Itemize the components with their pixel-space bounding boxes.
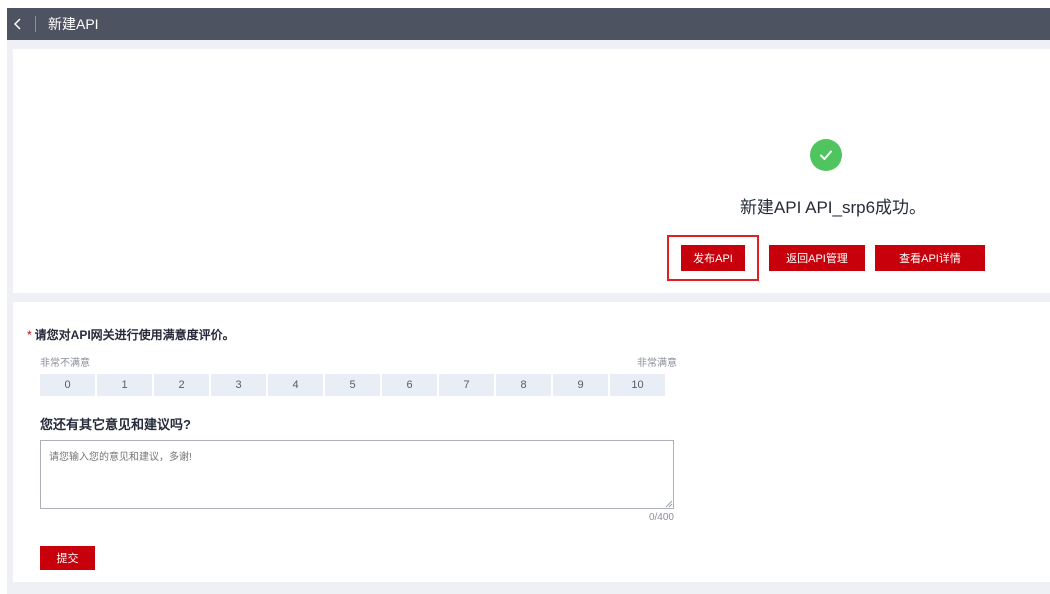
rating-option-3[interactable]: 3 (211, 374, 266, 396)
satisfaction-question-text: 请您对API网关进行使用满意度评价。 (34, 328, 235, 342)
rating-scale: 0 1 2 3 4 5 6 7 8 9 10 (40, 374, 665, 396)
rating-option-7[interactable]: 7 (439, 374, 494, 396)
rating-option-10[interactable]: 10 (610, 374, 665, 396)
view-api-detail-button[interactable]: 查看API详情 (875, 245, 985, 271)
return-api-management-button[interactable]: 返回API管理 (769, 245, 865, 271)
rating-option-0[interactable]: 0 (40, 374, 95, 396)
scale-high-label: 非常满意 (637, 358, 677, 369)
chevron-left-icon (13, 18, 21, 30)
satisfaction-question: * 请您对API网关进行使用满意度评价。 (27, 326, 235, 343)
success-check-icon (810, 139, 842, 171)
publish-api-button[interactable]: 发布API (681, 245, 745, 271)
rating-option-4[interactable]: 4 (268, 374, 323, 396)
character-counter: 0/400 (648, 512, 674, 523)
rating-option-2[interactable]: 2 (154, 374, 209, 396)
rating-option-6[interactable]: 6 (382, 374, 437, 396)
top-bar: 新建API (7, 8, 1050, 40)
required-mark: * (27, 328, 32, 342)
submit-button[interactable]: 提交 (40, 546, 95, 570)
success-message: 新建API API_srp6成功。 (739, 198, 927, 217)
page-wrapper: 新建API 新建API API_srp6成功。 发布API 返回API管理 查看… (7, 8, 1050, 594)
scale-low-label: 非常不满意 (40, 358, 90, 369)
rating-option-9[interactable]: 9 (553, 374, 608, 396)
rating-option-8[interactable]: 8 (496, 374, 551, 396)
page-title: 新建API (48, 16, 99, 32)
survey-card: * 请您对API网关进行使用满意度评价。 非常不满意 非常满意 0 1 2 3 4… (13, 302, 1050, 582)
rating-option-5[interactable]: 5 (325, 374, 380, 396)
title-divider (35, 16, 36, 32)
rating-option-1[interactable]: 1 (97, 374, 152, 396)
feedback-textarea[interactable] (40, 440, 674, 509)
feedback-question: 您还有其它意见和建议吗? (40, 417, 191, 432)
back-button[interactable] (7, 8, 29, 40)
success-card: 新建API API_srp6成功。 发布API 返回API管理 查看API详情 (13, 49, 1050, 293)
